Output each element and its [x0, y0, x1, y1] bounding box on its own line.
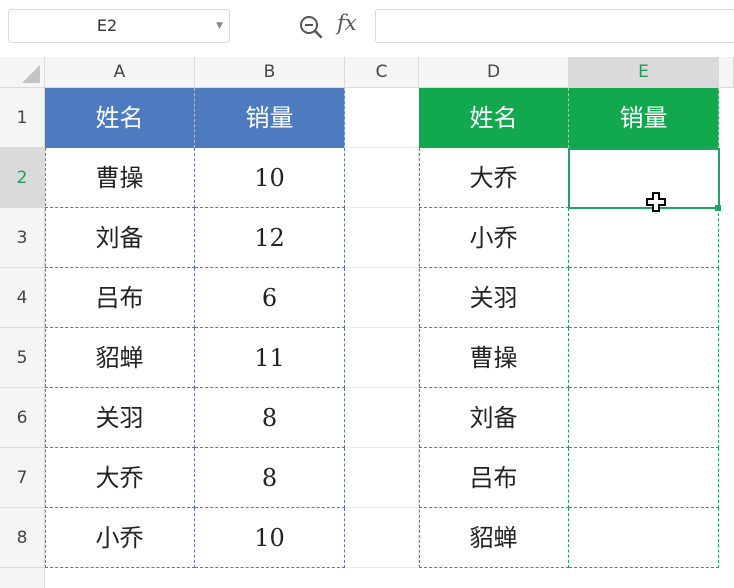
row-header-6[interactable]: 6 [0, 388, 45, 448]
right-table-header-sales[interactable]: 销量 [569, 88, 719, 148]
zoom-formula-icon[interactable] [298, 14, 324, 40]
right-table-cell-name[interactable]: 刘备 [419, 388, 569, 448]
row-header-overflow[interactable] [0, 568, 45, 588]
row-header-4[interactable]: 4 [0, 268, 45, 328]
name-box-value: E2 [96, 16, 118, 35]
right-table-cell-name[interactable]: 大乔 [419, 148, 569, 208]
column-header-a[interactable]: A [45, 57, 195, 88]
select-all-triangle-icon [22, 65, 40, 83]
row-header-1[interactable]: 1 [0, 88, 45, 148]
spreadsheet-grid[interactable]: A B C D E 1 2 3 4 5 6 7 8 姓名 销量 曹操 10 刘备 12 吕布 6 貂蝉 11 关羽 8 大乔 8 小乔… [0, 57, 734, 588]
right-table-cell-sales[interactable] [569, 328, 719, 388]
empty-cell-c[interactable] [345, 148, 419, 208]
empty-cell-c[interactable] [345, 388, 419, 448]
empty-cell-c[interactable] [345, 88, 419, 148]
column-header-b[interactable]: B [195, 57, 345, 88]
left-table-cell-sales[interactable]: 12 [195, 208, 345, 268]
chevron-down-icon[interactable]: ▼ [216, 10, 223, 42]
empty-cell-c[interactable] [345, 448, 419, 508]
column-header-overflow[interactable] [719, 57, 734, 88]
empty-cell-c[interactable] [345, 508, 419, 568]
fx-icon[interactable]: fx [337, 11, 357, 35]
left-table-cell-name[interactable]: 大乔 [45, 448, 195, 508]
row-header-2[interactable]: 2 [0, 148, 45, 208]
empty-cell-c[interactable] [345, 328, 419, 388]
left-table-cell-sales[interactable]: 11 [195, 328, 345, 388]
formula-input[interactable] [375, 9, 734, 43]
right-table-cell-name[interactable]: 小乔 [419, 208, 569, 268]
right-table-cell-name[interactable]: 吕布 [419, 448, 569, 508]
left-table-cell-name[interactable]: 曹操 [45, 148, 195, 208]
left-table-cell-sales[interactable]: 10 [195, 148, 345, 208]
column-header-d[interactable]: D [419, 57, 569, 88]
column-header-e[interactable]: E [569, 57, 719, 88]
row-header-3[interactable]: 3 [0, 208, 45, 268]
name-box[interactable]: E2 ▼ [8, 9, 230, 43]
right-table-cell-sales[interactable] [569, 388, 719, 448]
left-table-cell-sales[interactable]: 6 [195, 268, 345, 328]
right-table-cell-sales[interactable] [569, 508, 719, 568]
left-table-cell-name[interactable]: 小乔 [45, 508, 195, 568]
left-table-cell-name[interactable]: 吕布 [45, 268, 195, 328]
row-header-5[interactable]: 5 [0, 328, 45, 388]
right-table-cell-sales[interactable] [569, 268, 719, 328]
right-table-cell-name[interactable]: 曹操 [419, 328, 569, 388]
empty-cell-c[interactable] [345, 208, 419, 268]
formula-bar: E2 ▼ fx [0, 0, 734, 58]
row-header-8[interactable]: 8 [0, 508, 45, 568]
right-table-cell-name[interactable]: 貂蝉 [419, 508, 569, 568]
left-table-cell-sales[interactable]: 8 [195, 448, 345, 508]
row-header-7[interactable]: 7 [0, 448, 45, 508]
right-table-cell-name[interactable]: 关羽 [419, 268, 569, 328]
left-table-cell-name[interactable]: 关羽 [45, 388, 195, 448]
right-table-border [419, 148, 420, 568]
fill-handle[interactable] [715, 205, 721, 211]
left-table-cell-name[interactable]: 刘备 [45, 208, 195, 268]
select-all-button[interactable] [0, 57, 45, 88]
left-table-border [45, 148, 46, 568]
column-header-c[interactable]: C [345, 57, 419, 88]
right-table-cell-sales[interactable] [569, 208, 719, 268]
left-table-header-sales[interactable]: 销量 [195, 88, 345, 148]
left-table-cell-sales[interactable]: 8 [195, 388, 345, 448]
right-table-cell-sales[interactable] [569, 448, 719, 508]
left-table-cell-sales[interactable]: 10 [195, 508, 345, 568]
active-cell-selection[interactable] [568, 148, 720, 209]
left-table-header-name[interactable]: 姓名 [45, 88, 195, 148]
right-table-header-name[interactable]: 姓名 [419, 88, 569, 148]
empty-cell-c[interactable] [345, 268, 419, 328]
left-table-cell-name[interactable]: 貂蝉 [45, 328, 195, 388]
cell-cross-cursor-icon [646, 192, 666, 212]
